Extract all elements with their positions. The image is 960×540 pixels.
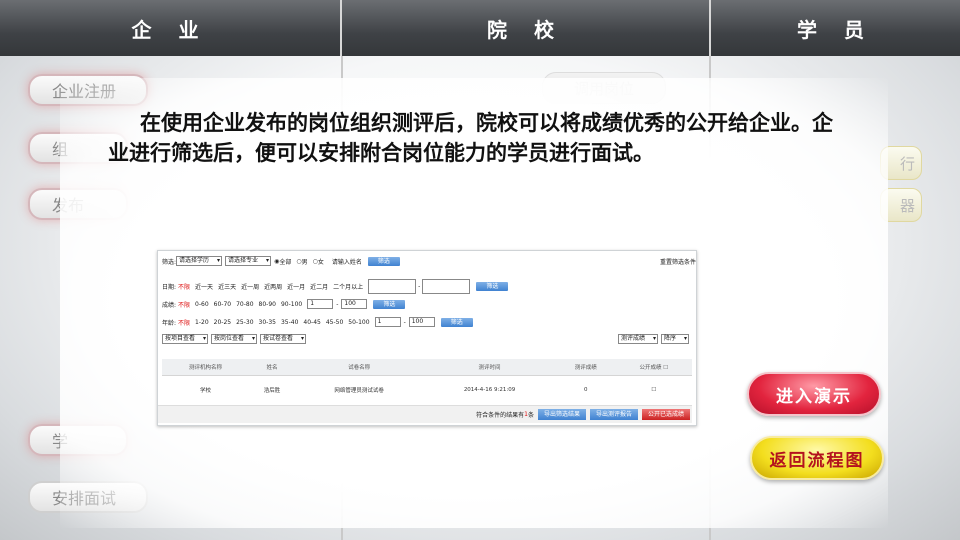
view-by-exam-select[interactable]: 按试卷查看 [260, 334, 307, 344]
reset-link[interactable]: 重置筛选条件 [660, 257, 696, 266]
filter-button[interactable]: 筛选 [367, 256, 400, 266]
age-option[interactable]: 50-100 [348, 319, 369, 326]
sort-order-select[interactable]: 降序 [660, 334, 689, 344]
col-name: 姓名 [249, 359, 296, 376]
col-public: 公开成绩 ☐ [615, 359, 692, 376]
cell-score: 0 [584, 387, 588, 393]
date-option[interactable]: 近三天 [218, 282, 236, 291]
cell-exam: 网络管理员测试试卷 [334, 388, 384, 394]
result-count-suffix: 条 [527, 412, 534, 419]
score-from-stepper[interactable]: 1 [307, 299, 334, 309]
score-option[interactable]: 60-70 [214, 301, 231, 308]
top-nav: 企 业 院 校 学 员 [0, 0, 960, 56]
gender-male-label: 男 [301, 258, 308, 266]
tab-student[interactable]: 学 员 [711, 0, 960, 56]
cell-name: 浩后胜 [263, 388, 281, 394]
score-option[interactable]: 70-80 [236, 301, 253, 308]
filter-label: 筛选: [162, 258, 177, 266]
date-end-input[interactable] [422, 279, 471, 294]
age-option[interactable]: 40-45 [303, 319, 320, 326]
education-select[interactable]: 请选择学历 [176, 256, 223, 266]
score-none[interactable]: 不限 [178, 300, 190, 309]
result-table: 测评机构名称 姓名 试卷名称 测评时间 测评成绩 公开成绩 ☐ 学校 浩后胜 网… [162, 359, 692, 404]
score-option[interactable]: 0-60 [195, 301, 209, 308]
back-to-flowchart-button[interactable]: 返回流程图 [750, 436, 884, 480]
select-all-checkbox[interactable]: ☐ [663, 365, 668, 371]
table-footer: 符合条件的结果有 1 条 导出筛选结果 导出测评报告 公开已选成绩 [158, 405, 692, 423]
export-filtered-button[interactable]: 导出筛选结果 [537, 409, 586, 420]
age-option[interactable]: 45-50 [326, 319, 343, 326]
score-sep: - [336, 300, 339, 308]
age-option[interactable]: 30-35 [259, 319, 276, 326]
age-option[interactable]: 25-30 [236, 319, 253, 326]
age-option[interactable]: 1-20 [195, 319, 209, 326]
age-sep: - [403, 318, 406, 326]
age-to-stepper[interactable]: 100 [408, 317, 435, 327]
score-to-stepper[interactable]: 100 [341, 299, 368, 309]
tab-school[interactable]: 院 校 [342, 0, 711, 56]
date-option[interactable]: 近二月 [310, 282, 328, 291]
score-row: 成绩: 不限 0-60 60-70 70-80 80-90 90-100 1 -… [162, 299, 406, 309]
date-option[interactable]: 近一天 [195, 282, 213, 291]
age-option[interactable]: 20-25 [214, 319, 231, 326]
tab-enterprise[interactable]: 企 业 [0, 0, 342, 56]
intro-text: 在使用企业发布的岗位组织测评后，院校可以将成绩优秀的公开给企业。企业进行筛选后，… [108, 111, 833, 165]
date-option[interactable]: 近一周 [241, 282, 259, 291]
gender-all-label: 全部 [279, 258, 292, 266]
age-row: 年龄: 不限 1-20 20-25 25-30 30-35 35-40 40-4… [162, 317, 473, 327]
date-none[interactable]: 不限 [178, 282, 190, 291]
gender-female-label: 女 [317, 258, 324, 266]
score-filter-button[interactable]: 筛选 [373, 299, 406, 309]
age-filter-button[interactable]: 筛选 [440, 317, 473, 327]
date-row: 日期: 不限 近一天 近三天 近一周 近两周 近一月 近二月 二个月以上 - 筛… [162, 279, 509, 294]
result-count-prefix: 符合条件的结果有 [476, 412, 525, 419]
age-label: 年龄: [162, 319, 177, 327]
date-label: 日期: [162, 284, 177, 291]
filter-result-panel: 筛选: 请选择学历 请选择专业 ◉ 全部 ○ 男 ○ 女 请输入姓名 筛选 重置… [157, 250, 697, 426]
col-score: 测评成绩 [555, 359, 616, 376]
major-select[interactable]: 请选择专业 [225, 256, 272, 266]
date-option[interactable]: 近两周 [264, 282, 282, 291]
view-row: 按项目查看 按岗位查看 按试卷查看 测评成绩 降序 [162, 334, 692, 344]
age-none[interactable]: 不限 [178, 318, 190, 327]
view-by-project-select[interactable]: 按项目查看 [162, 334, 209, 344]
row-checkbox[interactable]: ☐ [616, 376, 692, 405]
date-sep: - [418, 283, 421, 290]
cell-time: 2014-4-16 9:21:09 [463, 387, 516, 393]
filter-row: 筛选: 请选择学历 请选择专业 ◉ 全部 ○ 男 ○ 女 请输入姓名 筛选 重置… [162, 256, 696, 266]
table-row[interactable]: 学校 浩后胜 网络管理员测试试卷 2014-4-16 9:21:09 0 ☐ [162, 376, 692, 405]
sort-field-select[interactable]: 测评成绩 [617, 334, 658, 344]
col-public-label: 公开成绩 [639, 365, 662, 371]
score-label: 成绩: [162, 301, 177, 309]
view-by-post-select[interactable]: 按岗位查看 [211, 334, 258, 344]
col-exam: 试卷名称 [295, 359, 424, 376]
export-report-button[interactable]: 导出测评报告 [589, 409, 638, 420]
score-option[interactable]: 80-90 [259, 301, 276, 308]
date-filter-button[interactable]: 筛选 [476, 282, 509, 291]
col-time: 测评时间 [423, 359, 556, 376]
age-from-stepper[interactable]: 1 [374, 317, 401, 327]
name-input[interactable]: 请输入姓名 [332, 257, 362, 266]
score-option[interactable]: 90-100 [281, 301, 302, 308]
enter-demo-button[interactable]: 进入演示 [747, 372, 881, 416]
date-start-input[interactable] [368, 279, 417, 294]
publish-selected-button[interactable]: 公开已选成绩 [641, 409, 690, 420]
age-option[interactable]: 35-40 [281, 319, 298, 326]
date-option[interactable]: 二个月以上 [333, 282, 363, 291]
date-option[interactable]: 近一月 [287, 282, 305, 291]
cell-org: 学校 [200, 388, 212, 394]
col-org: 测评机构名称 [162, 359, 250, 376]
